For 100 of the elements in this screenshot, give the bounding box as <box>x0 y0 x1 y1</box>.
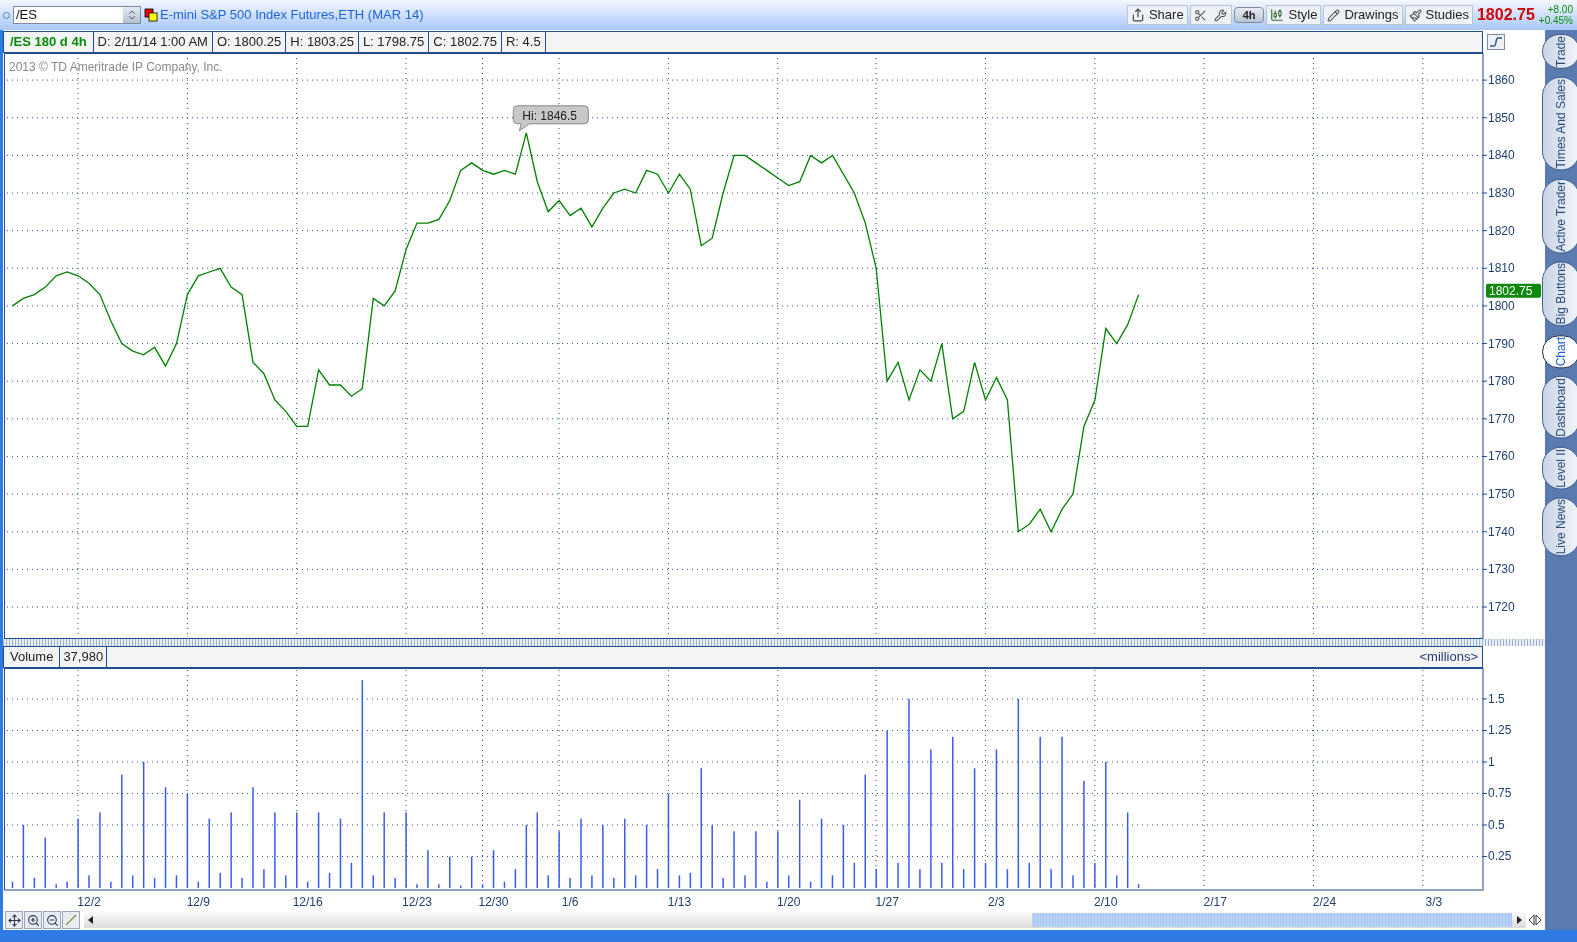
side-tab[interactable]: Times And Sales <box>1542 76 1577 171</box>
date-label: 12/2 <box>77 895 101 909</box>
info-field: R: 4.5 <box>501 32 546 52</box>
axis-tick-label: 1830 <box>1488 186 1515 200</box>
volume-bar <box>809 881 812 888</box>
volume-bar <box>820 818 823 888</box>
axis-tick-label: 1860 <box>1488 73 1515 88</box>
fit-icon[interactable] <box>1527 913 1543 927</box>
axis-tick-label: 1.25 <box>1488 723 1512 738</box>
volume-bar <box>634 875 637 888</box>
info-field: H: 1803.25 <box>286 32 359 52</box>
study-label: /ES 180 d 4h <box>4 32 94 52</box>
volume-bar <box>678 875 681 888</box>
zoom-in-icon <box>26 913 40 927</box>
instrument-title[interactable]: E-mini S&P 500 Index Futures,ETH (MAR 14) <box>160 5 424 25</box>
volume-bar <box>1006 869 1009 888</box>
brush-icon <box>1408 8 1422 22</box>
volume-bar <box>656 869 659 888</box>
volume-bar <box>842 825 845 888</box>
volume-bar <box>503 881 506 888</box>
info-field: D: 2/11/14 1:00 AM <box>93 32 213 52</box>
volume-bar <box>645 825 648 888</box>
volume-bar <box>328 872 331 888</box>
volume-label: Volume <box>4 647 61 667</box>
scroll-right-icon[interactable] <box>1514 915 1524 925</box>
volume-bar <box>11 881 14 888</box>
side-tab[interactable]: Chart <box>1542 334 1577 368</box>
pan-button[interactable] <box>5 911 23 929</box>
axis-tick-label: 1730 <box>1488 562 1515 577</box>
squares-icon <box>144 8 158 22</box>
volume-bar <box>197 881 200 888</box>
axis-tick-label: 1840 <box>1488 148 1515 163</box>
pencil-icon <box>1327 8 1341 22</box>
units-label: <millions> <box>1418 648 1479 667</box>
volume-bar <box>514 869 517 888</box>
date-label: 12/9 <box>186 895 210 909</box>
studies-button[interactable]: Studies <box>1404 5 1473 25</box>
volume-bar <box>853 862 856 888</box>
side-tab[interactable]: Dashboard <box>1542 375 1577 439</box>
axis-tick-label: 1850 <box>1488 110 1515 125</box>
axis-tick-label: 1750 <box>1488 487 1515 502</box>
axis-tick-label: 1820 <box>1488 223 1515 238</box>
axis-tick-label: 0.75 <box>1488 786 1512 801</box>
share-button[interactable]: Share <box>1126 5 1188 25</box>
move-icon <box>7 913 21 927</box>
info-field: O: 1800.25 <box>212 32 287 52</box>
volume-bar <box>22 825 25 888</box>
side-tab[interactable]: Level II <box>1542 446 1577 490</box>
share-icon <box>1130 8 1145 22</box>
scissors-icon <box>1194 8 1208 22</box>
volume-bar <box>1137 884 1140 888</box>
volume-bar <box>492 850 495 888</box>
curve-icon[interactable] <box>1487 34 1505 50</box>
drawings-button[interactable]: Drawings <box>1323 5 1403 25</box>
side-tab[interactable]: Active Trader <box>1542 178 1577 254</box>
zoom-in-button[interactable] <box>24 911 42 929</box>
price-tooltip: Hi: 1846.5 <box>512 105 589 132</box>
candlestick-icon <box>1270 8 1285 22</box>
date-label: 2/17 <box>1203 895 1227 909</box>
scrollbar-thumb[interactable] <box>1032 913 1512 927</box>
volume-bar <box>689 872 692 888</box>
annotation: Hi: 1846.5 <box>522 108 578 123</box>
last-price: 1802.75 <box>1476 5 1535 25</box>
info-field: C: 1802.75 <box>429 32 502 52</box>
zoom-out-button[interactable] <box>43 911 61 929</box>
wrench-icon <box>1214 8 1228 22</box>
volume-value: 37,980 <box>60 647 108 667</box>
side-tab[interactable]: Live News <box>1542 497 1577 557</box>
volume-bar <box>962 869 965 888</box>
axis-tick-label: 1 <box>1488 755 1495 769</box>
axis-tick-label: 1760 <box>1488 449 1515 464</box>
date-label: 1/6 <box>561 895 579 909</box>
volume-bar <box>470 856 473 888</box>
date-label: 12/30 <box>478 895 509 909</box>
date-label: 1/13 <box>667 895 692 909</box>
date-label: 2/24 <box>1312 895 1337 909</box>
info-field: L: 1798.75 <box>358 32 430 52</box>
style-button[interactable]: Style <box>1266 5 1322 25</box>
volume-bar <box>153 877 156 888</box>
symbol-field[interactable]: /ES <box>13 6 141 24</box>
volume-bar <box>33 877 36 888</box>
axis-tick-label: 1800 <box>1488 298 1515 313</box>
axis-tick-label: 1740 <box>1488 524 1515 539</box>
volume-bar <box>339 818 342 888</box>
date-label: 1/27 <box>875 895 899 909</box>
volume-bar <box>306 881 309 888</box>
scroll-left-icon[interactable] <box>86 915 96 925</box>
side-tab[interactable]: Big Buttons <box>1542 261 1577 327</box>
line-icon <box>65 914 77 926</box>
date-label: 2/3 <box>988 895 1005 909</box>
axis-tick-label: 1.5 <box>1488 692 1505 706</box>
date-label: 12/23 <box>402 895 432 909</box>
aggregation-button[interactable]: 4h <box>1233 7 1265 23</box>
volume-bar <box>831 875 834 888</box>
volume-bar <box>525 825 528 888</box>
axis-tick-label: 1790 <box>1488 336 1515 351</box>
scrollbar[interactable] <box>84 912 1526 928</box>
side-tab[interactable]: Trade <box>1542 34 1577 69</box>
axis-tick-label: 1770 <box>1488 411 1515 426</box>
date-label: 2/10 <box>1094 895 1118 909</box>
